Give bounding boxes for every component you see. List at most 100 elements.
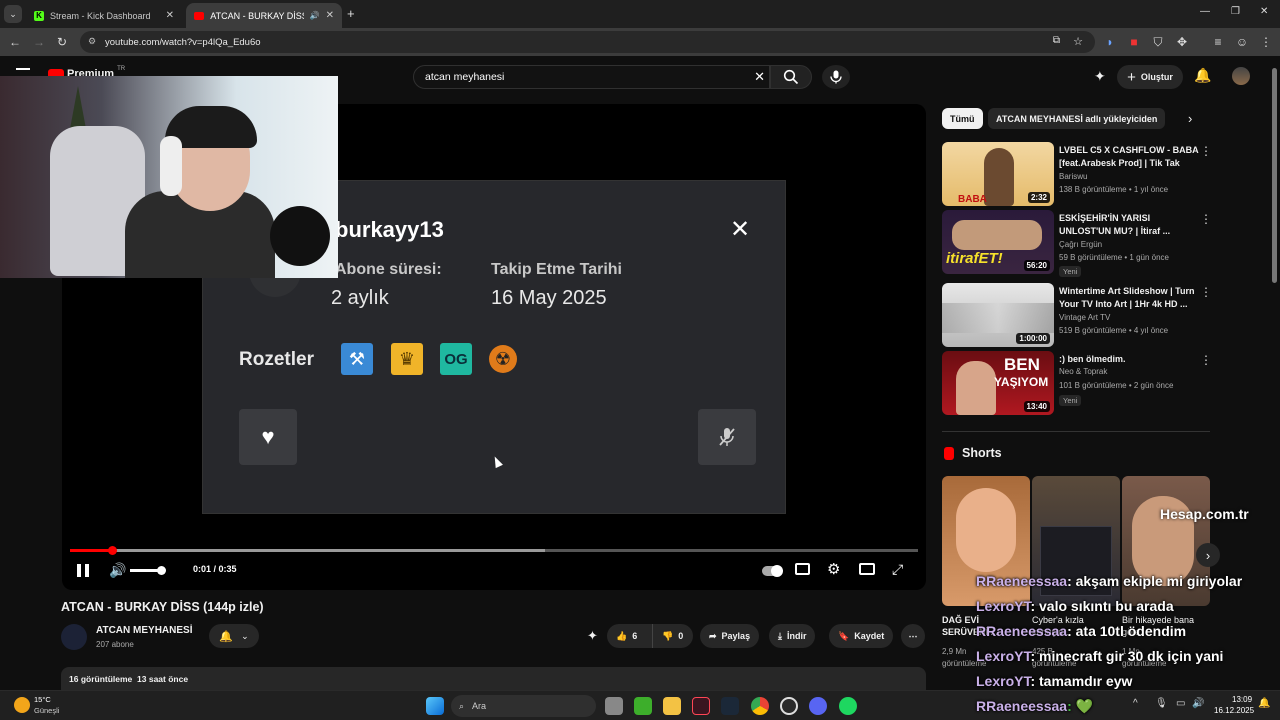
page-scrollbar[interactable] bbox=[1272, 68, 1277, 283]
file-explorer-icon[interactable] bbox=[663, 697, 681, 715]
spotify-icon[interactable] bbox=[839, 697, 857, 715]
site-info-icon[interactable]: ⚙ bbox=[88, 36, 96, 47]
chrome-icon[interactable] bbox=[751, 697, 769, 715]
volume-knob[interactable] bbox=[156, 566, 166, 575]
weather-temp[interactable]: 15°C bbox=[34, 695, 51, 704]
progress-track[interactable] bbox=[70, 546, 918, 555]
close-window-button[interactable]: ✕ bbox=[1260, 6, 1268, 17]
forward-icon[interactable]: → bbox=[31, 34, 47, 50]
tab-kick-dashboard[interactable]: K Stream - Kick Dashboard ✕ bbox=[26, 3, 182, 28]
reload-icon[interactable]: ↻ bbox=[54, 34, 70, 50]
volume-icon[interactable]: 🔊 bbox=[109, 562, 126, 579]
notifications-bell-icon[interactable]: 🔔 bbox=[1194, 67, 1211, 84]
tray-chevron-icon[interactable]: ^ bbox=[1133, 698, 1138, 709]
heart-button[interactable]: ♥ bbox=[239, 409, 297, 465]
fullscreen-icon[interactable]: ⤢ bbox=[892, 561, 903, 578]
speaker-icon[interactable]: 🔊 bbox=[310, 11, 320, 20]
tab-list-button[interactable]: ⌄ bbox=[4, 5, 22, 23]
bookmark-star-icon[interactable]: ☆ bbox=[1073, 35, 1083, 48]
buffered-bar bbox=[70, 549, 545, 552]
notification-bell-button[interactable]: 🔔 ⌄ bbox=[209, 624, 259, 648]
weather-icon[interactable] bbox=[14, 697, 30, 713]
shield-icon[interactable]: ⛉ bbox=[1150, 34, 1166, 50]
more-options-icon[interactable]: ⋮ bbox=[1200, 285, 1212, 299]
bell-icon: 🔔 bbox=[219, 630, 234, 643]
create-button[interactable]: + Oluştur bbox=[1117, 65, 1183, 89]
save-button[interactable]: 🔖 Kaydet bbox=[829, 624, 894, 648]
download-button[interactable]: ⤓ İndir bbox=[769, 624, 816, 648]
notification-center-icon[interactable]: 🔔 bbox=[1258, 698, 1270, 709]
autoplay-toggle[interactable] bbox=[762, 565, 783, 577]
recommendation-item[interactable]: BEN YAŞIYOM 13:40 :) ben ölmedim. Neo & … bbox=[942, 351, 1212, 415]
clear-search-icon[interactable]: ✕ bbox=[754, 69, 765, 85]
more-options-icon[interactable]: ⋮ bbox=[1200, 353, 1212, 367]
cast-icon[interactable]: ⧉ bbox=[1053, 35, 1060, 46]
valorant-icon[interactable] bbox=[692, 697, 710, 715]
channel-avatar[interactable] bbox=[61, 624, 87, 650]
extensions-icon[interactable]: ✥ bbox=[1174, 34, 1190, 50]
recommendation-item[interactable]: itirafET! 56:20 ESKİŞEHİR'İN YARISI UNLO… bbox=[942, 210, 1212, 277]
progress-scrubber[interactable] bbox=[108, 546, 118, 555]
recommendation-item[interactable]: 1:00:00 Wintertime Art Slideshow | Turn … bbox=[942, 283, 1212, 347]
new-tab-button[interactable]: + bbox=[347, 6, 355, 21]
profile-icon[interactable]: ☺ bbox=[1234, 34, 1250, 50]
settings-gear-icon[interactable]: ⚙ bbox=[827, 560, 840, 578]
chip-from-uploader[interactable]: ATCAN MEYHANESİ adlı yükleyiciden bbox=[988, 108, 1166, 129]
discord-icon[interactable] bbox=[809, 697, 827, 715]
chip-all[interactable]: Tümü bbox=[942, 108, 983, 129]
like-button[interactable]: 👍 6 bbox=[607, 624, 653, 648]
avatar[interactable] bbox=[1232, 67, 1250, 85]
shorts-next-button[interactable]: › bbox=[1196, 543, 1220, 567]
windows-start-icon[interactable] bbox=[426, 697, 444, 715]
video-duration: 1:00:00 bbox=[1016, 333, 1050, 344]
reading-list-icon[interactable]: ≡ bbox=[1210, 34, 1226, 50]
task-view-icon[interactable] bbox=[605, 697, 623, 715]
steam-icon[interactable] bbox=[721, 697, 739, 715]
search-input[interactable]: atcan meyhanesi ✕ bbox=[413, 65, 770, 89]
tray-network-icon[interactable]: ▭ bbox=[1176, 698, 1185, 709]
cast-chip-icon[interactable]: ✦ bbox=[1094, 68, 1106, 85]
taskbar-search[interactable]: ⌕ Ara bbox=[451, 695, 596, 717]
back-icon[interactable]: ← bbox=[7, 34, 23, 50]
clock-time[interactable]: 13:09 bbox=[1232, 695, 1252, 704]
recommendation-item[interactable]: BABA 2:32 LVBEL C5 X CASHFLOW - BABA [fe… bbox=[942, 142, 1212, 206]
mute-viewer-button[interactable] bbox=[698, 409, 756, 465]
video-duration: 13:40 bbox=[1023, 401, 1050, 412]
voice-search-button[interactable] bbox=[822, 65, 850, 89]
obs-icon[interactable] bbox=[780, 697, 798, 715]
address-bar[interactable]: ⚙ youtube.com/watch?v=p4lQa_Edu6o ⧉ ☆ bbox=[80, 31, 1095, 53]
close-tab-icon[interactable]: ✕ bbox=[166, 10, 174, 21]
xbox-app-icon[interactable] bbox=[634, 697, 652, 715]
subtitles-icon[interactable] bbox=[795, 563, 810, 575]
more-options-icon[interactable]: ⋮ bbox=[1200, 212, 1212, 226]
extension-icon-2[interactable]: ■ bbox=[1126, 34, 1142, 50]
maximize-button[interactable]: ❐ bbox=[1231, 6, 1240, 17]
download-label: İndir bbox=[786, 631, 807, 641]
tray-volume-icon[interactable]: 🔊 bbox=[1192, 698, 1204, 709]
search-icon bbox=[783, 69, 799, 85]
more-actions-button[interactable]: ⋯ bbox=[901, 624, 925, 648]
search-button[interactable] bbox=[770, 65, 812, 89]
minimize-button[interactable]: — bbox=[1200, 6, 1210, 17]
share-button[interactable]: ➦ Paylaş bbox=[700, 624, 760, 648]
view-count: 16 görüntüleme bbox=[69, 674, 133, 684]
channel-name[interactable]: ATCAN MEYHANESİ bbox=[96, 625, 192, 636]
tab-youtube-video[interactable]: ATCAN - BURKAY DİSS (144 🔊 ✕ bbox=[186, 3, 342, 28]
close-tab-icon[interactable]: ✕ bbox=[326, 10, 334, 21]
ai-spark-icon[interactable]: ✦ bbox=[587, 628, 598, 644]
dislike-button[interactable]: 👎 0 bbox=[652, 624, 693, 648]
pause-icon[interactable] bbox=[77, 564, 89, 577]
shorts-icon bbox=[944, 446, 954, 460]
more-options-icon[interactable]: ⋮ bbox=[1200, 144, 1212, 158]
video-meta: 101 B görüntüleme • 2 gün önce bbox=[1059, 381, 1174, 390]
theater-mode-icon[interactable] bbox=[859, 563, 875, 575]
chevron-right-icon[interactable]: › bbox=[1188, 111, 1192, 126]
tray-mic-icon[interactable]: 🎙 bbox=[1155, 698, 1168, 709]
volume-slider[interactable] bbox=[130, 566, 166, 575]
menu-icon[interactable]: ⋮ bbox=[1258, 34, 1274, 50]
card-close-icon[interactable]: ✕ bbox=[730, 215, 750, 244]
mic-icon bbox=[830, 70, 842, 84]
description-box[interactable]: 16 görüntüleme 13 saat önce bbox=[61, 667, 926, 690]
thumbs-down-icon: 👎 bbox=[662, 630, 674, 641]
extension-icon-1[interactable]: ◗ bbox=[1102, 34, 1118, 50]
